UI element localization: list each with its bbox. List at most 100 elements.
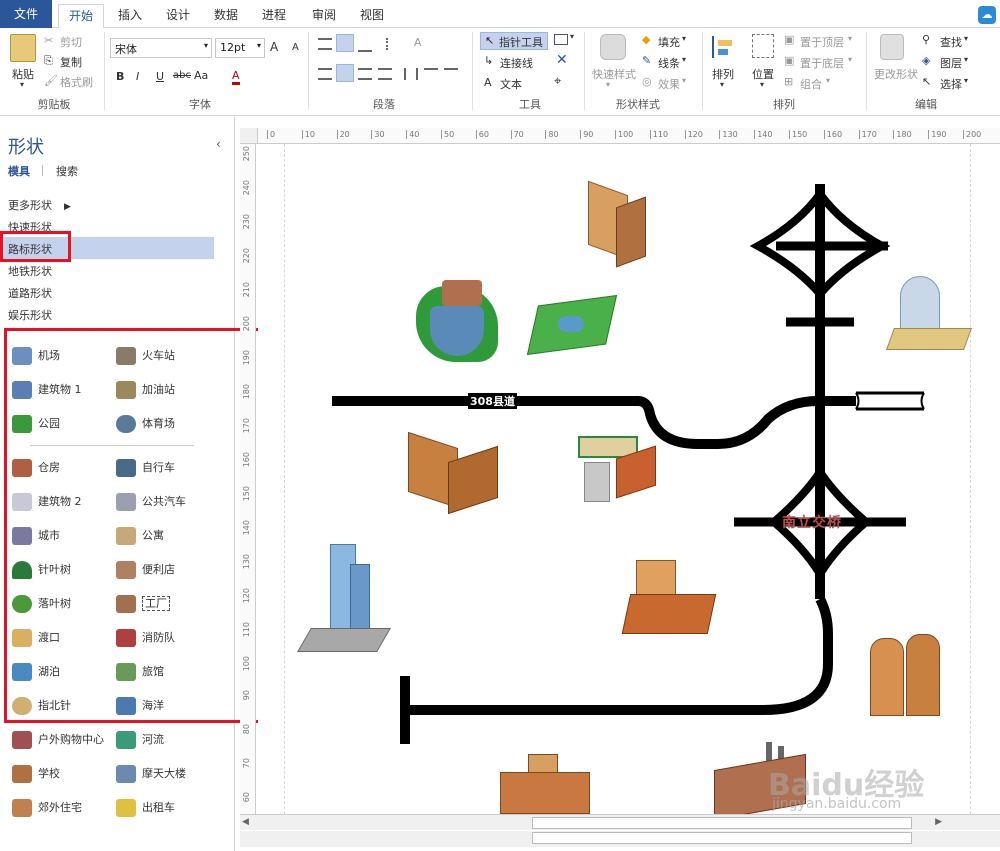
category-more-shapes[interactable]: 更多形状 ▶ [8,197,71,213]
text-tool-button[interactable]: 文本 [500,76,522,92]
canvas-stadium-building[interactable] [885,272,973,352]
select-icon[interactable]: ↖ [922,75,931,88]
font-family-select[interactable]: 宋体 ▾ [110,38,212,58]
group-icon[interactable]: ⊞ [784,75,793,88]
category-roads[interactable]: 道路形状 [8,285,52,301]
shape-lake[interactable]: 湖泊 [12,663,60,681]
shape-suburban-house[interactable]: 郊外住宅 [12,799,82,817]
shape-compass[interactable]: 指北针 [12,697,71,715]
find-button[interactable]: 查找 [940,34,962,50]
shape-taxi[interactable]: 出租车 [116,799,175,817]
bold-button[interactable]: B [116,70,124,83]
indent-increase-icon[interactable] [444,68,458,80]
shape-river[interactable]: 河流 [116,731,164,749]
italic-button[interactable]: I [136,70,139,83]
tab-view[interactable]: 视图 [350,4,394,28]
quick-styles-icon[interactable] [600,34,626,60]
effects-button[interactable]: 效果 [658,76,680,92]
justify-icon[interactable] [378,68,392,80]
bring-front-icon[interactable]: ▣ [784,33,794,46]
position-icon[interactable] [752,34,774,58]
shape-building-1[interactable]: 建筑物 1 [12,381,82,399]
change-shape-icon[interactable] [880,34,904,60]
shape-apartment[interactable]: 公寓 [116,527,164,545]
shape-factory[interactable]: 工厂 [116,595,170,613]
scroll-thumb[interactable] [532,817,912,829]
strikethrough-button[interactable]: abc [173,70,191,81]
canvas-skyscraper[interactable] [297,544,391,654]
text-tool-icon[interactable]: A [484,76,492,89]
arrange-icon[interactable] [712,36,734,58]
align-left-icon[interactable] [318,68,332,80]
shape-school[interactable]: 学校 [12,765,60,783]
line-icon[interactable]: ✎ [642,54,651,67]
find-icon[interactable]: ⚲ [922,33,930,46]
interchange-label[interactable]: 南立交桥 [782,512,842,532]
road-label-308[interactable]: 308县道 [468,393,517,409]
send-back-button[interactable]: 置于底层 [800,55,844,71]
change-shape-button[interactable]: 更改形状 [874,66,918,82]
quick-styles-button[interactable]: 快速样式 [592,66,636,82]
canvas-school[interactable] [498,750,594,814]
shape-conifer[interactable]: 针叶树 [12,561,71,579]
tab-stencils[interactable]: 模具 [8,163,30,179]
scroll-left-icon[interactable]: ◀ [242,817,249,827]
tab-file[interactable]: 文件 [0,0,52,28]
fill-button[interactable]: 填充 [658,34,680,50]
tab-data[interactable]: 数据 [204,4,248,28]
tab-review[interactable]: 审阅 [302,4,346,28]
align-center-icon[interactable] [336,64,354,82]
paste-icon[interactable] [10,34,36,62]
category-metro[interactable]: 地铁形状 [8,263,52,279]
canvas-river-park[interactable] [416,280,502,364]
tab-search[interactable]: 搜索 [56,163,78,179]
shape-ferry[interactable]: 渡口 [12,629,60,647]
columns-icon[interactable] [404,68,418,80]
shape-ocean[interactable]: 海洋 [116,697,164,715]
align-top-icon[interactable] [318,38,332,50]
scroll-right-icon[interactable]: ▶ [935,817,942,827]
connection-point-icon[interactable]: ⌖ [554,74,561,89]
connector-icon[interactable]: ↳ [484,54,493,67]
font-color-button[interactable]: A [232,69,240,85]
shape-hotel[interactable]: 旅馆 [116,663,164,681]
rectangle-tool-icon[interactable] [554,34,568,45]
shape-skyscraper[interactable]: 摩天大楼 [116,765,186,783]
shrink-font-button[interactable]: A [292,42,299,53]
canvas-townhouses[interactable] [866,632,946,724]
select-button[interactable]: 选择 [940,76,962,92]
bullets-icon[interactable] [386,38,400,50]
shape-park[interactable]: 公园 [12,415,60,433]
align-bottom-icon[interactable] [358,40,372,52]
tab-design[interactable]: 设计 [156,4,200,28]
indent-decrease-icon[interactable] [424,68,438,80]
layers-button[interactable]: 图层 [940,55,962,71]
group-button[interactable]: 组合 [800,76,822,92]
canvas-park[interactable] [526,284,618,358]
font-size-select[interactable]: 12pt ▾ [215,38,265,58]
collapse-panel-icon[interactable]: ‹ [216,137,221,151]
tab-insert[interactable]: 插入 [108,4,152,28]
underline-button[interactable]: U [156,70,164,83]
copy-button[interactable]: 复制 [60,54,82,70]
canvas-warehouse-building[interactable] [404,431,500,515]
tab-home[interactable]: 开始 [58,4,104,29]
fill-icon[interactable]: ◆ [642,33,650,46]
align-right-icon[interactable] [358,68,372,80]
connector-button[interactable]: 连接线 [500,55,533,71]
shape-airport[interactable]: 机场 [12,347,60,365]
shape-gas-station[interactable]: 加油站 [116,381,175,399]
tab-process[interactable]: 进程 [252,4,296,28]
format-painter-icon[interactable]: 🖌 [44,74,58,87]
canvas-gas-station[interactable] [572,432,662,506]
close-tool-icon[interactable]: ✕ [556,52,568,68]
drawing-canvas[interactable]: 308县道 南立交桥 Baidu经验 jingyan.baidu.com [258,144,1000,821]
shape-warehouse[interactable]: 仓房 [12,459,60,477]
line-button[interactable]: 线条 [658,55,680,71]
shape-city[interactable]: 城市 [12,527,60,545]
copy-icon[interactable]: ⎘ [44,54,53,68]
shape-bus[interactable]: 公共汽车 [116,493,186,511]
shape-train-station[interactable]: 火车站 [116,347,175,365]
text-direction-icon[interactable]: A [414,36,422,49]
category-recreation[interactable]: 娱乐形状 [8,307,52,323]
